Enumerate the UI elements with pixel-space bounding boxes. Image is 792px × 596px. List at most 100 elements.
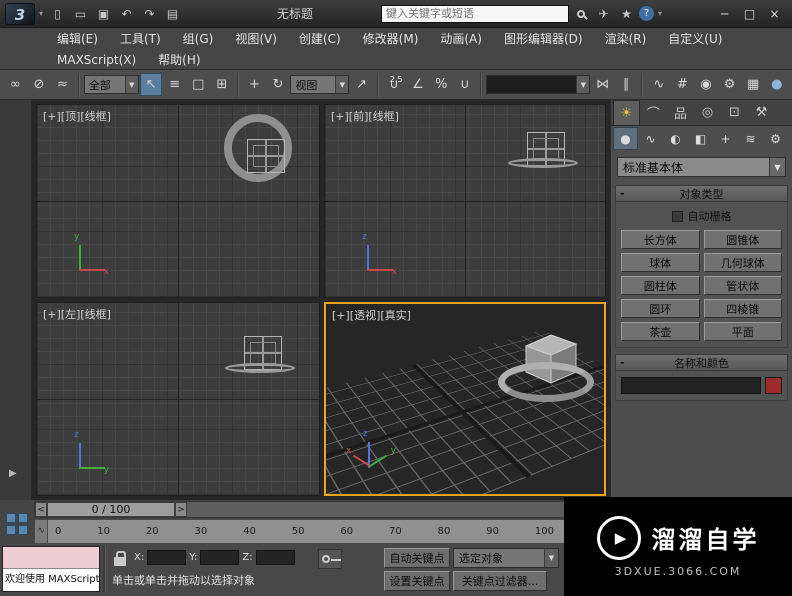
viewport-perspective-label[interactable]: [+][透视][真实] xyxy=(332,307,411,323)
viewport-top-label[interactable]: [+][顶][线框] xyxy=(43,108,111,124)
rollout-name-color[interactable]: - 名称和颜色 xyxy=(615,354,788,371)
teapot-button[interactable]: 茶壶 xyxy=(621,322,700,341)
cylinder-button[interactable]: 圆柱体 xyxy=(621,276,700,295)
chevron-down-icon[interactable]: ▼ xyxy=(544,549,558,567)
selection-lock-icon[interactable] xyxy=(114,551,126,566)
expand-arrow-icon[interactable]: ▶ xyxy=(9,468,17,479)
bind-to-space-warp-icon[interactable]: ≈ xyxy=(51,73,74,96)
named-selection-sets-dropdown[interactable]: ▼ xyxy=(486,75,591,94)
menu-tools[interactable]: 工具(T) xyxy=(109,30,172,47)
reference-coordinate-dropdown[interactable]: 视图 ▼ xyxy=(290,75,350,94)
tab-utilities-icon[interactable]: ⚒ xyxy=(748,100,775,125)
schematic-view-icon[interactable]: # xyxy=(671,73,694,96)
torus-object[interactable] xyxy=(225,363,295,373)
subtab-lights-icon[interactable]: ◐ xyxy=(663,127,688,150)
x-field[interactable] xyxy=(147,550,187,565)
search-box[interactable] xyxy=(381,4,570,23)
search-input[interactable] xyxy=(386,7,565,20)
subtab-space-warps-icon[interactable]: ≋ xyxy=(738,127,763,150)
new-scene-icon[interactable]: ▯ xyxy=(47,4,68,24)
minimize-button[interactable]: ─ xyxy=(712,4,737,24)
window-crossing-icon[interactable]: ⊞ xyxy=(211,73,234,96)
plane-button[interactable]: 平面 xyxy=(703,322,782,341)
geometry-category-dropdown[interactable]: 标准基本体 ▼ xyxy=(617,157,786,177)
viewport-perspective[interactable]: [+][透视][真实] z x y xyxy=(324,302,606,496)
unlink-selection-icon[interactable]: ⊘ xyxy=(28,73,51,96)
menu-rendering[interactable]: 渲染(R) xyxy=(594,30,658,47)
sphere-button[interactable]: 球体 xyxy=(621,253,700,272)
workspace-icon[interactable]: ▤ xyxy=(162,4,183,24)
help-icon[interactable]: ? xyxy=(639,6,655,21)
menu-views[interactable]: 视图(V) xyxy=(224,30,288,47)
save-file-icon[interactable]: ▣ xyxy=(93,4,114,24)
tab-create-icon[interactable]: ☀ xyxy=(613,100,640,125)
select-and-rotate-icon[interactable]: ↻ xyxy=(267,73,290,96)
mini-curve-editor-button[interactable]: ∿ xyxy=(34,519,48,544)
rectangular-selection-icon[interactable]: □ xyxy=(187,73,210,96)
key-filters-button[interactable]: 关键点过滤器... xyxy=(453,571,547,591)
select-and-scale-icon[interactable]: ↗ xyxy=(350,73,373,96)
tab-display-icon[interactable]: ⊡ xyxy=(721,100,748,125)
set-key-button[interactable]: 设置关键点 xyxy=(384,571,450,591)
torus-button[interactable]: 圆环 xyxy=(621,299,700,318)
community-icon[interactable]: ✈ xyxy=(593,4,614,24)
subtab-shapes-icon[interactable]: ∿ xyxy=(638,127,663,150)
chevron-down-icon[interactable]: ▼ xyxy=(769,158,785,176)
rendered-frame-window-icon[interactable]: ▦ xyxy=(742,73,765,96)
menu-animation[interactable]: 动画(A) xyxy=(429,30,493,47)
box-button[interactable]: 长方体 xyxy=(621,230,700,249)
selection-set-dropdown[interactable]: 选定对象 ▼ xyxy=(453,548,559,568)
listener-macro-pane[interactable] xyxy=(3,547,99,569)
menu-modifiers[interactable]: 修改器(M) xyxy=(352,30,430,47)
subtab-systems-icon[interactable]: ⚙ xyxy=(763,127,788,150)
time-slider-track[interactable]: < 0 / 100 > xyxy=(34,501,565,518)
spinner-snap-icon[interactable]: ∪ xyxy=(454,73,477,96)
select-and-move-icon[interactable]: + xyxy=(243,73,266,96)
menu-help[interactable]: 帮助(H) xyxy=(147,51,211,68)
help-caret-icon[interactable]: ▾ xyxy=(656,9,664,18)
mirror-icon[interactable]: ⋈ xyxy=(591,73,614,96)
redo-icon[interactable]: ↷ xyxy=(139,4,160,24)
chevron-down-icon[interactable]: ▼ xyxy=(124,76,138,93)
collapse-icon[interactable]: - xyxy=(620,355,625,370)
next-frame-button[interactable]: > xyxy=(175,502,187,517)
percent-snap-icon[interactable]: % xyxy=(430,73,453,96)
track-bar[interactable]: 0 10 20 30 40 50 60 70 80 90 100 xyxy=(34,519,565,544)
align-icon[interactable]: ∥ xyxy=(615,73,638,96)
render-production-icon[interactable]: ● xyxy=(765,73,788,96)
menu-edit[interactable]: 编辑(E) xyxy=(46,30,109,47)
open-file-icon[interactable]: ▭ xyxy=(70,4,91,24)
set-keys-button[interactable] xyxy=(318,549,342,569)
subtab-cameras-icon[interactable]: ◧ xyxy=(688,127,713,150)
torus-object[interactable] xyxy=(498,362,594,402)
select-by-name-icon[interactable]: ≡ xyxy=(163,73,186,96)
tube-button[interactable]: 管状体 xyxy=(703,276,782,295)
subtab-geometry-icon[interactable]: ● xyxy=(613,127,638,150)
object-name-input[interactable] xyxy=(621,377,761,394)
menu-customize[interactable]: 自定义(U) xyxy=(657,30,733,47)
subtab-helpers-icon[interactable]: + xyxy=(713,127,738,150)
viewport-left[interactable]: [+][左][线框] z y xyxy=(36,302,320,496)
cone-button[interactable]: 圆锥体 xyxy=(703,230,782,249)
box-object[interactable] xyxy=(247,139,285,173)
rollout-object-type[interactable]: - 对象类型 xyxy=(615,185,788,202)
selection-filter-dropdown[interactable]: 全部 ▼ xyxy=(83,75,139,94)
z-field[interactable] xyxy=(255,550,295,565)
pyramid-button[interactable]: 四棱锥 xyxy=(703,299,782,318)
y-field[interactable] xyxy=(200,550,240,565)
geosphere-button[interactable]: 几何球体 xyxy=(703,253,782,272)
snaps-toggle-icon[interactable]: ∪ 2.5 xyxy=(383,73,406,96)
chevron-down-icon[interactable]: ▼ xyxy=(335,76,349,93)
viewport-front[interactable]: [+][前][线框] z x xyxy=(324,104,606,298)
search-icon[interactable] xyxy=(571,4,591,24)
app-menu-logo[interactable]: 3 xyxy=(5,2,35,25)
autogrid-checkbox[interactable] xyxy=(671,210,683,222)
time-slider-thumb[interactable]: 0 / 100 xyxy=(47,502,175,517)
render-setup-icon[interactable]: ⚙ xyxy=(718,73,741,96)
menu-maxscript[interactable]: MAXScript(X) xyxy=(46,53,147,67)
listener-output-pane[interactable]: 欢迎使用 MAXScript xyxy=(3,569,99,591)
auto-key-button[interactable]: 自动关键点 xyxy=(384,548,450,568)
material-editor-icon[interactable]: ◉ xyxy=(695,73,718,96)
viewport-front-label[interactable]: [+][前][线框] xyxy=(331,108,399,124)
viewport-left-label[interactable]: [+][左][线框] xyxy=(43,306,111,322)
